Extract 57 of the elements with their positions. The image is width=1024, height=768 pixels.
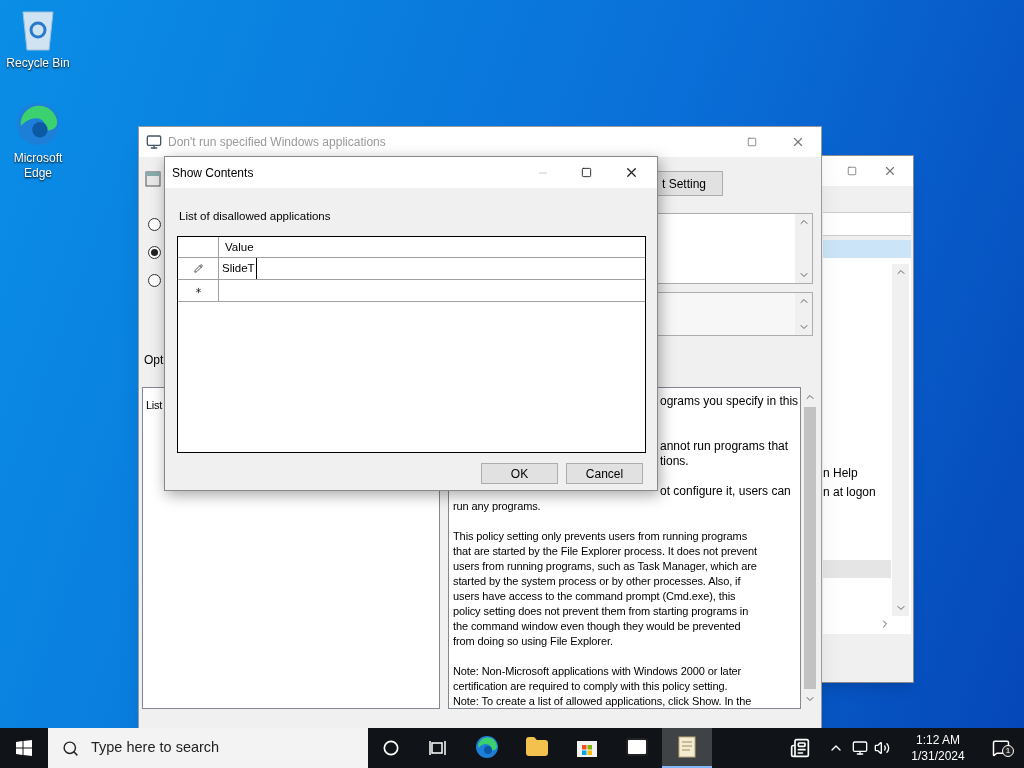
asterisk-icon [193, 286, 203, 295]
radio-button[interactable] [148, 274, 161, 287]
radio-button[interactable] [148, 218, 161, 231]
maximize-icon[interactable] [581, 167, 592, 178]
folder-icon [525, 735, 549, 759]
list-item[interactable]: n Help [823, 466, 858, 481]
volume-icon[interactable] [874, 740, 890, 756]
text-field[interactable] [823, 212, 911, 236]
pencil-icon [193, 264, 203, 273]
scrollbar-thumb[interactable] [804, 407, 816, 689]
desktop-icon-label[interactable]: Microsoft Edge [3, 151, 73, 181]
windows-start-icon[interactable] [16, 740, 32, 756]
news-icon[interactable] [790, 738, 810, 758]
help-text-line: Note: Non-Microsoft applications with Windows 2000 or later [453, 665, 742, 677]
task-view-icon[interactable] [429, 740, 447, 756]
options-label: Opt [144, 352, 164, 369]
notification-badge: 1 [1002, 745, 1014, 757]
clock-time[interactable]: 1:12 AM [916, 732, 960, 748]
desktop-icon-label[interactable]: Recycle Bin [3, 56, 73, 71]
window-title: Don't run specified Windows applications [168, 134, 386, 151]
search-input[interactable]: Type here to search [91, 737, 321, 759]
help-text-line: annot run programs that [660, 439, 789, 453]
edge-icon [475, 735, 499, 759]
dialog-title: Show Contents [172, 164, 254, 182]
help-text-line: started by the system process or by other processes. Also, if [453, 575, 741, 587]
help-text-line: that are started by the File Explorer process. It does not prevent [453, 545, 757, 557]
search-icon [62, 739, 79, 757]
list-label: List of disallowed applications [179, 209, 331, 224]
search-circle-icon[interactable] [383, 740, 399, 756]
list-item[interactable]: n at logon [823, 485, 876, 500]
value-cell[interactable]: SlideT [219, 258, 257, 279]
options-list-label: List [146, 398, 162, 413]
settings-icon [145, 171, 161, 187]
help-text-line: tions. [660, 454, 689, 468]
edge-icon [15, 101, 61, 147]
help-text-line: policy setting does not prevent them from starting programs in [453, 605, 749, 617]
help-text-line: certification are required to comply with this policy setting. [453, 680, 728, 692]
column-header[interactable]: Value [219, 237, 254, 257]
help-text-line: users from running programs, such as Task Manager, which are [453, 560, 757, 572]
radio-button[interactable] [148, 246, 161, 259]
taskbar-app[interactable] [662, 728, 712, 768]
help-text-line: This policy setting only prevents users from running programs [453, 530, 748, 542]
ok-button[interactable]: OK [481, 463, 558, 484]
help-text-line: run any programs. [453, 500, 541, 512]
computer-icon [146, 134, 162, 150]
help-text-line: the command window even though they would be prevented [453, 620, 741, 632]
help-text-line: ograms you specify in this [660, 394, 799, 408]
recycle-bin-icon[interactable] [20, 8, 56, 52]
help-text-line: from doing so using File Explorer. [453, 635, 613, 647]
help-text-line: Note: To create a list of allowed applications, click Show. In the [453, 695, 752, 707]
help-text-line: users have access to the command prompt (Cmd.exe), this [453, 590, 736, 602]
help-text-line: ot configure it, users can [660, 484, 791, 498]
close-icon[interactable] [624, 165, 639, 180]
cancel-button[interactable]: Cancel [566, 463, 643, 484]
clock-date[interactable]: 1/31/2024 [911, 748, 965, 764]
scroll-document-icon [676, 735, 698, 759]
search-field[interactable]: Type here to search [48, 728, 368, 768]
